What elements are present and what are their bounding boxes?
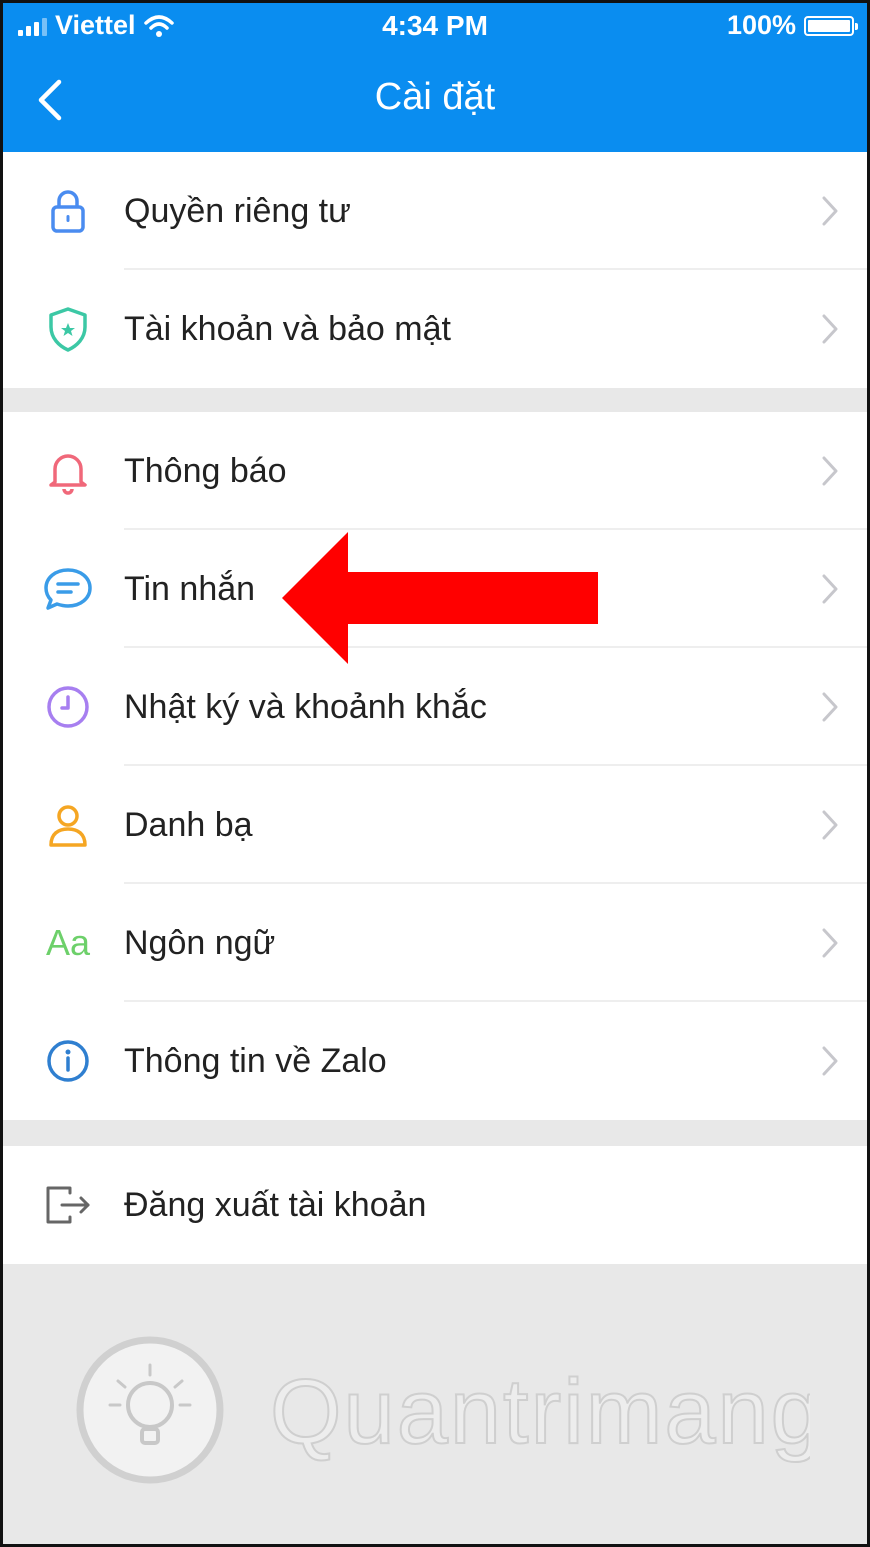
chevron-right-icon	[822, 1046, 838, 1076]
status-right: 100%	[726, 10, 858, 41]
watermark: Quantrimang	[70, 1325, 823, 1495]
settings-group-logout: Đăng xuất tài khoản	[0, 1146, 870, 1264]
settings-item-label: Tin nhắn	[124, 569, 256, 608]
settings-item-label: Nhật ký và khoảnh khắc	[124, 687, 487, 726]
page-title: Cài đặt	[374, 76, 496, 118]
settings-item-label: Thông tin về Zalo	[124, 1041, 387, 1080]
language-icon-text: Aa	[45, 922, 91, 963]
navigation-header: Viettel 4:34 PM 100% Cài đặt	[0, 0, 870, 152]
settings-item-about-zalo[interactable]: Thông tin về Zalo	[0, 1002, 870, 1120]
settings-item-diary[interactable]: Nhật ký và khoảnh khắc	[0, 648, 870, 766]
language-icon: Aa	[40, 915, 96, 971]
settings-item-privacy[interactable]: Quyền riêng tư	[0, 152, 870, 270]
bell-icon	[40, 443, 96, 499]
settings-group-main: Thông báo Tin nhắn Nhật ký và khoảnh khắ…	[0, 412, 870, 1120]
settings-item-label: Ngôn ngữ	[124, 923, 276, 962]
person-icon	[40, 797, 96, 853]
logout-button[interactable]: Đăng xuất tài khoản	[0, 1146, 870, 1264]
red-arrow-annotation	[282, 532, 598, 664]
settings-group-privacy: Quyền riêng tư Tài khoản và bảo mật	[0, 152, 870, 388]
settings-item-contacts[interactable]: Danh bạ	[0, 766, 870, 884]
battery-icon	[804, 15, 858, 36]
battery-percent: 100%	[726, 10, 796, 40]
settings-item-label: Đăng xuất tài khoản	[124, 1185, 427, 1224]
chevron-right-icon	[822, 928, 838, 958]
lock-icon	[40, 183, 96, 239]
logout-icon	[40, 1177, 96, 1233]
shield-icon	[40, 301, 96, 357]
chat-bubble-icon	[40, 561, 96, 617]
settings-item-language[interactable]: Aa Ngôn ngữ	[0, 884, 870, 1002]
chevron-right-icon	[822, 314, 838, 344]
settings-item-label: Thông báo	[124, 451, 287, 490]
chevron-right-icon	[822, 196, 838, 226]
chevron-right-icon	[822, 810, 838, 840]
chevron-right-icon	[822, 692, 838, 722]
settings-item-label: Danh bạ	[124, 805, 253, 844]
chevron-right-icon	[822, 456, 838, 486]
status-bar: Viettel 4:34 PM 100%	[0, 0, 870, 52]
info-icon	[40, 1033, 96, 1089]
chevron-right-icon	[822, 574, 838, 604]
clock-icon	[40, 679, 96, 735]
settings-item-account-security[interactable]: Tài khoản và bảo mật	[0, 270, 870, 388]
watermark-text: Quantrimang	[270, 1361, 810, 1463]
settings-item-notifications[interactable]: Thông báo	[0, 412, 870, 530]
settings-item-label: Tài khoản và bảo mật	[124, 309, 451, 348]
settings-item-label: Quyền riêng tư	[124, 191, 351, 230]
